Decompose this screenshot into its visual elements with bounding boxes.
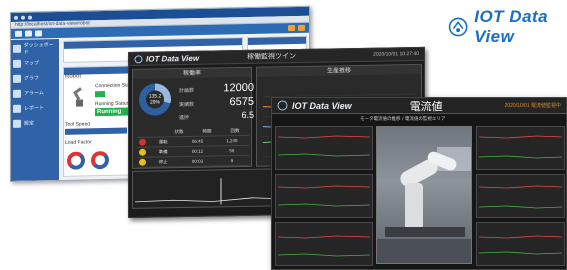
status-lamp (139, 148, 146, 156)
collage: IOT Data View http://localhost/iot-data-… (0, 0, 567, 270)
iot-logo-icon (277, 100, 288, 111)
panel-title: Robot (65, 73, 82, 80)
screen-header: IOT Data View 電流値 2020/10/01 電流値監視中 (272, 98, 566, 114)
toolbar-button[interactable] (35, 30, 42, 37)
map-icon (13, 59, 21, 68)
menu-icon (13, 44, 21, 53)
status-table: 状態 時間 回数 運転 06:45 1,245 準備 00:12 58 停止 0… (137, 125, 249, 168)
dashboard-header: IOT Data View 稼働監視ツイン 2020/10/01 10:27:4… (129, 47, 424, 66)
rate-donut-chart: 135.2 29% (139, 83, 171, 116)
timestamp: 2020/10/01 電流値監視中 (504, 103, 561, 109)
robot-camera-image (376, 126, 472, 264)
tool-speed-label: Tool Speed (65, 121, 91, 128)
toolbar-button[interactable] (288, 25, 295, 32)
gear-icon (13, 119, 21, 128)
plan-value: 12000 (223, 81, 254, 95)
rate-center: 135.2 29% (146, 90, 164, 109)
sidebar-item[interactable]: マップ (13, 56, 57, 70)
panel-title: 稼働率 (133, 67, 251, 79)
current-chart (476, 222, 565, 266)
toolbar-button[interactable] (15, 30, 22, 37)
sidebar-item[interactable]: グラフ (13, 71, 57, 85)
page-title: 電流値 (409, 99, 443, 113)
toolbar-button[interactable] (25, 30, 32, 37)
load-factor-label: Load Factor (65, 139, 92, 146)
brand-name: IOT Data View (474, 7, 549, 46)
app-name: IOT Data View (292, 100, 352, 111)
current-chart (476, 174, 565, 218)
sidebar-item[interactable]: ダッシュボード (13, 41, 57, 55)
status-lamp (139, 138, 146, 146)
sidebar-item[interactable]: レポート (13, 101, 57, 115)
plan-row: 計画数 12000 (179, 81, 254, 95)
timestamp: 2020/10/01 10:27:40 (373, 50, 419, 58)
progress-value: 6.5 (241, 109, 254, 121)
app-name: IOT Data View (146, 53, 200, 64)
running-label: Running Status (95, 100, 130, 108)
progress-row: 進捗 6.5 (179, 109, 254, 122)
robot-arm-icon (73, 87, 83, 107)
brand-logo: IOT Data View (448, 7, 567, 47)
iot-logo-icon (134, 54, 143, 63)
window-control-icon[interactable] (21, 15, 25, 20)
rate-value: 29% (149, 99, 160, 106)
status-lamp (139, 158, 146, 166)
actual-value: 6575 (229, 95, 254, 109)
table-row: 停止 00:03 9 (137, 155, 249, 168)
toolbar-button[interactable] (298, 24, 305, 31)
report-icon (13, 104, 21, 113)
current-chart (275, 174, 373, 218)
current-chart (476, 126, 565, 170)
current-chart (275, 126, 373, 170)
alarm-icon (13, 89, 21, 98)
sidebar-item[interactable]: 設定 (13, 116, 57, 130)
window-control-icon[interactable] (28, 15, 32, 20)
sidebar: ダッシュボード マップ グラフ アラーム レポート 設定 (11, 38, 59, 181)
connection-indicator (95, 91, 105, 98)
window-control-icon[interactable] (14, 15, 18, 20)
page-title: 稼働監視ツイン (247, 52, 297, 61)
chart-icon (13, 74, 21, 83)
current-value-screen: IOT Data View 電流値 2020/10/01 電流値監視中 モータ電… (271, 97, 567, 270)
caption: モータ電流値の推移 / 電流値の監視エリア (360, 117, 446, 122)
current-chart (275, 222, 373, 266)
iot-logo-icon (448, 17, 468, 37)
actual-row: 実績数 6575 (179, 95, 254, 109)
sidebar-item[interactable]: アラーム (13, 86, 57, 100)
